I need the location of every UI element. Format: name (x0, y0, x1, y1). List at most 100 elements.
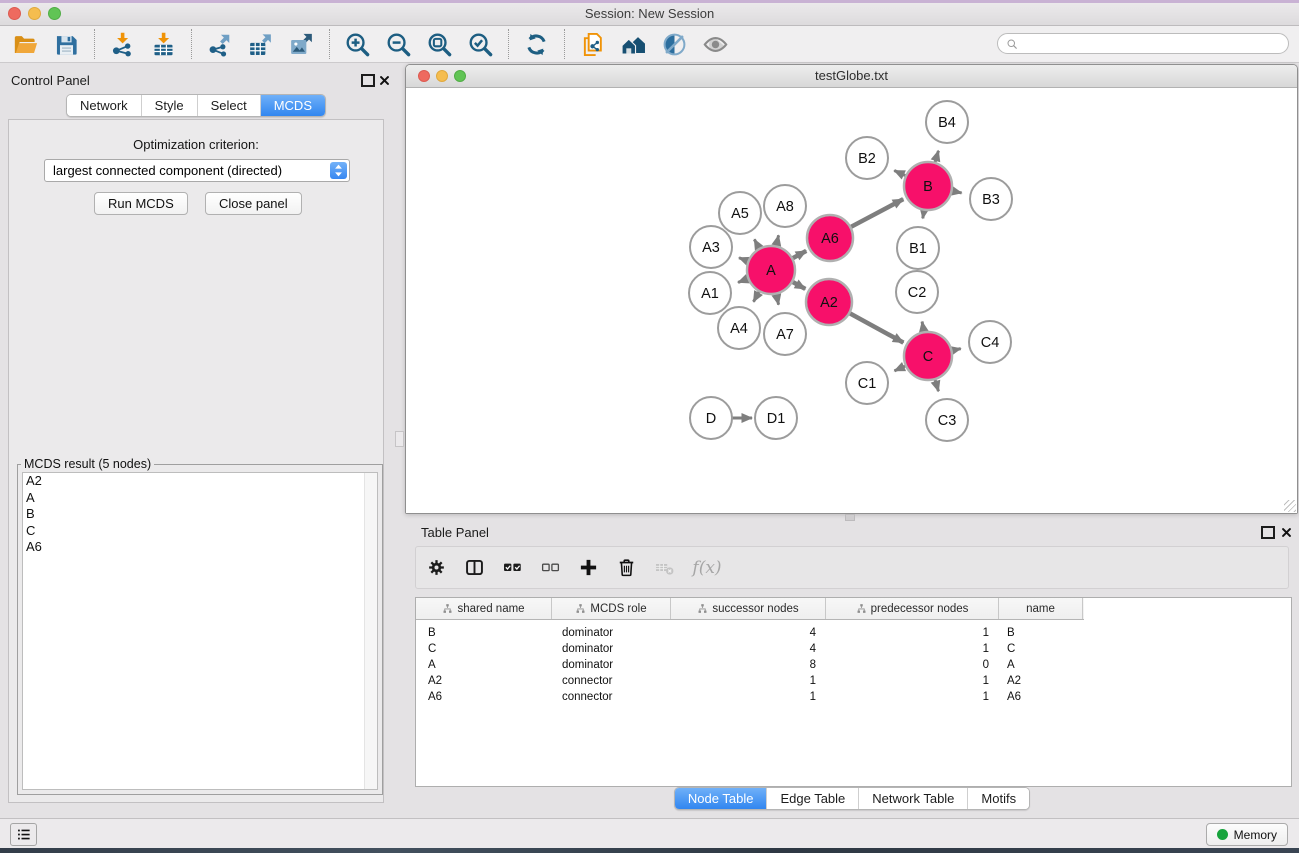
table-row[interactable]: A2connector11A2 (416, 673, 1291, 689)
show-details-eye-button[interactable] (695, 28, 736, 60)
table-cell[interactable]: connector (552, 675, 671, 687)
graph-node-A4[interactable]: A4 (718, 307, 760, 349)
table-cell[interactable]: dominator (552, 643, 671, 655)
node-table[interactable]: shared nameMCDS rolesuccessor nodesprede… (415, 597, 1292, 787)
mcds-result-list[interactable]: A2ABCA6 (22, 472, 378, 790)
search-input[interactable] (1018, 36, 1288, 52)
table-cell[interactable]: 8 (671, 659, 826, 671)
zoom-fit-button[interactable] (419, 28, 460, 60)
graph-node-A1[interactable]: A1 (689, 272, 731, 314)
graph-edge-A6-B[interactable] (849, 199, 903, 228)
graph-node-B2[interactable]: B2 (846, 137, 888, 179)
network-close-button[interactable] (418, 70, 430, 82)
refresh-layout-button[interactable] (516, 28, 557, 60)
table-row[interactable]: Cdominator41C (416, 641, 1291, 657)
table-cell[interactable]: B (416, 627, 552, 639)
table-cell[interactable]: 1 (671, 675, 826, 687)
tab-motifs[interactable]: Motifs (967, 788, 1029, 809)
table-gear-button[interactable] (417, 553, 455, 583)
select-stepper-icon[interactable] (330, 162, 347, 179)
table-cell[interactable]: 0 (826, 659, 999, 671)
hide-annotations-button[interactable] (654, 28, 695, 60)
import-network-button[interactable] (102, 28, 143, 60)
split-columns-button[interactable] (455, 553, 493, 583)
tab-select[interactable]: Select (197, 95, 260, 116)
graph-edge-A-A6[interactable] (791, 251, 806, 259)
table-close-panel-icon[interactable] (1281, 525, 1292, 536)
vertical-split-handle[interactable] (395, 431, 404, 447)
close-panel-button[interactable]: Close panel (205, 192, 302, 215)
network-canvas[interactable]: B4B2BB3A5A8A6A3AB1A1C2A4A7A2CC4C1C3DD1 (406, 88, 1297, 513)
zoom-out-button[interactable] (378, 28, 419, 60)
graph-node-B3[interactable]: B3 (970, 178, 1012, 220)
table-cell[interactable]: C (416, 643, 552, 655)
table-cell[interactable]: A6 (416, 691, 552, 703)
tab-style[interactable]: Style (141, 95, 197, 116)
graph-edge-A-A2[interactable] (791, 281, 805, 289)
graph-node-B4[interactable]: B4 (926, 101, 968, 143)
graph-node-C3[interactable]: C3 (926, 399, 968, 441)
mcds-result-item[interactable]: A2 (23, 473, 377, 490)
memory-button[interactable]: Memory (1206, 823, 1288, 846)
select-all-checks-button[interactable] (493, 553, 531, 583)
table-row[interactable]: Adominator80A (416, 657, 1291, 673)
graph-node-A[interactable]: A (747, 246, 795, 294)
open-session-button[interactable] (5, 28, 46, 60)
mcds-result-item[interactable]: A (23, 490, 377, 507)
graph-node-B1[interactable]: B1 (897, 227, 939, 269)
list-scrollbar[interactable] (364, 473, 377, 789)
graph-node-C4[interactable]: C4 (969, 321, 1011, 363)
graph-node-B[interactable]: B (904, 162, 952, 210)
delete-columns-button[interactable] (607, 553, 645, 583)
graph-node-C[interactable]: C (904, 332, 952, 380)
network-window-titlebar[interactable]: testGlobe.txt (406, 65, 1297, 88)
mcds-result-item[interactable]: B (23, 506, 377, 523)
save-session-button[interactable] (46, 28, 87, 60)
optimization-criterion-select[interactable]: largest connected component (directed) (44, 159, 350, 182)
table-cell[interactable]: connector (552, 691, 671, 703)
table-cell[interactable]: 4 (671, 627, 826, 639)
graph-node-A8[interactable]: A8 (764, 185, 806, 227)
tab-node-table[interactable]: Node Table (675, 788, 767, 809)
network-minimize-button[interactable] (436, 70, 448, 82)
table-cell[interactable]: A (416, 659, 552, 671)
mcds-result-item[interactable]: C (23, 523, 377, 540)
tab-edge-table[interactable]: Edge Table (766, 788, 858, 809)
close-panel-icon[interactable] (379, 73, 390, 84)
window-resize-grip[interactable] (1284, 500, 1296, 512)
export-image-button[interactable] (281, 28, 322, 60)
table-cell[interactable]: 1 (826, 691, 999, 703)
float-panel-icon[interactable] (361, 74, 375, 87)
table-cell[interactable]: A6 (999, 691, 1083, 703)
column-header-shared-name[interactable]: shared name (416, 598, 552, 619)
table-cell[interactable]: 1 (826, 675, 999, 687)
zoom-selected-button[interactable] (460, 28, 501, 60)
network-document-button[interactable] (572, 28, 613, 60)
graph-node-C1[interactable]: C1 (846, 362, 888, 404)
graph-node-A6[interactable]: A6 (807, 215, 853, 261)
tab-network[interactable]: Network (67, 95, 141, 116)
table-row[interactable]: A6connector11A6 (416, 689, 1291, 705)
table-cell[interactable]: A2 (999, 675, 1083, 687)
table-cell[interactable]: A (999, 659, 1083, 671)
graph-node-A3[interactable]: A3 (690, 226, 732, 268)
run-mcds-button[interactable]: Run MCDS (94, 192, 188, 215)
tab-mcds[interactable]: MCDS (260, 95, 325, 116)
column-header-predecessor-nodes[interactable]: predecessor nodes (826, 598, 999, 619)
home-views-button[interactable] (613, 28, 654, 60)
graph-node-C2[interactable]: C2 (896, 271, 938, 313)
task-history-button[interactable] (10, 823, 37, 846)
column-header-successor-nodes[interactable]: successor nodes (671, 598, 826, 619)
mcds-result-item[interactable]: A6 (23, 539, 377, 556)
column-header-name[interactable]: name (999, 598, 1083, 619)
column-header-MCDS-role[interactable]: MCDS role (552, 598, 671, 619)
table-cell[interactable]: 1 (671, 691, 826, 703)
add-column-button[interactable] (569, 553, 607, 583)
export-table-button[interactable] (240, 28, 281, 60)
table-float-panel-icon[interactable] (1261, 526, 1275, 539)
network-zoom-button[interactable] (454, 70, 466, 82)
table-cell[interactable]: 1 (826, 627, 999, 639)
graph-edge-A2-C[interactable] (848, 313, 903, 343)
graph-node-A2[interactable]: A2 (806, 279, 852, 325)
export-network-button[interactable] (199, 28, 240, 60)
